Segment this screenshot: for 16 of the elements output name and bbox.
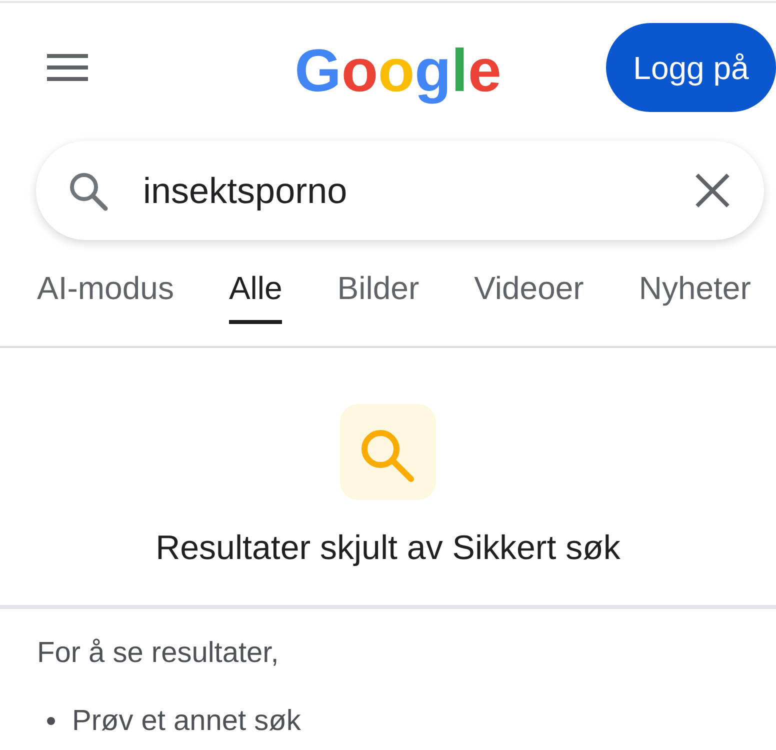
search-tab[interactable]: Videoer [474,270,584,324]
google-logo: Google [294,36,502,106]
search-tab[interactable]: AI-modus [37,270,174,324]
search-icon [340,404,436,500]
close-icon[interactable] [695,173,730,208]
search-tab[interactable]: Nyheter [638,270,751,324]
help-intro: For å se resultater, [37,636,279,671]
menu-icon[interactable] [47,54,88,81]
suggestion-text: Prøv et annet søk [72,704,301,739]
notice-title: Resultater skjult av Sikkert søk [156,528,620,568]
search-tab[interactable]: Alle [228,270,282,324]
search-input[interactable]: insektsporno [143,168,675,212]
bullet-icon [47,717,55,725]
sign-in-button[interactable]: Logg på [606,23,776,112]
search-icon [68,170,108,210]
search-tab[interactable]: Bilder [337,270,420,324]
